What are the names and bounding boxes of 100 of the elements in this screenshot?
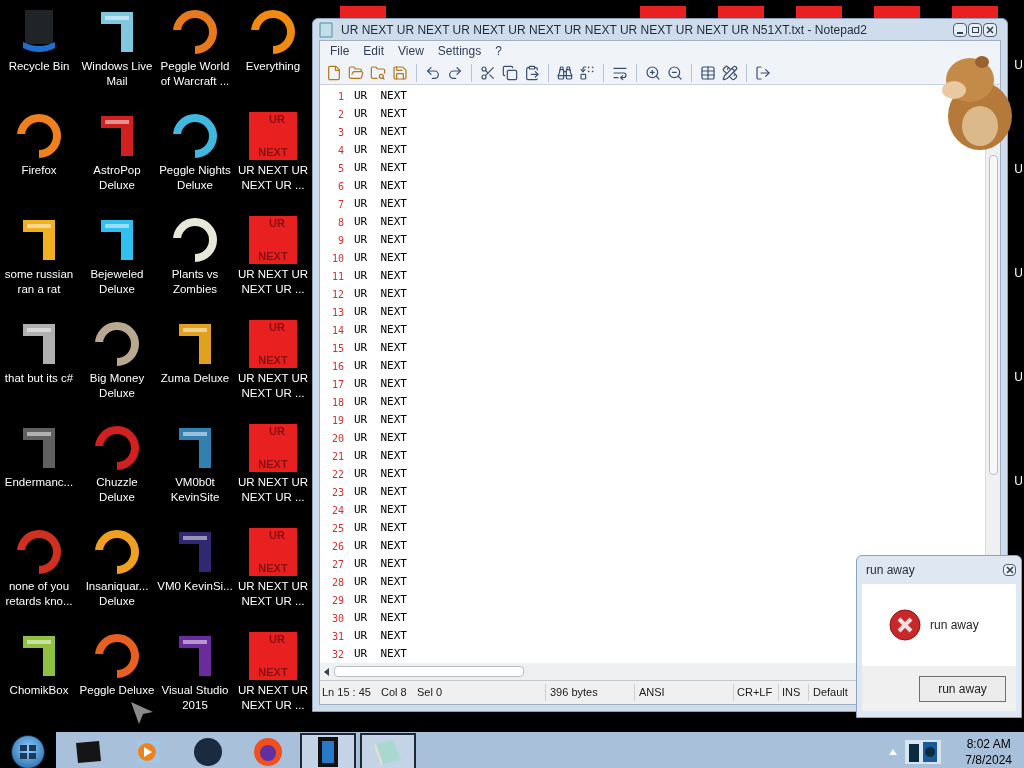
zoom-in-icon[interactable] xyxy=(645,64,661,81)
tile-text: NEXT xyxy=(258,147,288,158)
desktop-icon-label[interactable]: Endermanc... xyxy=(0,475,79,490)
text-line: UR NEXT xyxy=(354,375,407,392)
line-number: 17 xyxy=(330,377,344,392)
run-away-button[interactable]: run away xyxy=(919,675,1006,702)
cursor-icon xyxy=(129,700,155,726)
zoom-out-icon[interactable] xyxy=(667,64,683,81)
desktop-icon-label[interactable]: UR NEXT UR NEXT UR ... xyxy=(233,683,313,713)
text-line: UR NEXT xyxy=(354,645,407,662)
status-field: ANSI xyxy=(634,684,733,701)
clock-time[interactable]: 8:02 AM xyxy=(966,736,1011,752)
close-button[interactable] xyxy=(983,22,997,37)
tile-text: UR xyxy=(268,426,285,437)
find-icon[interactable] xyxy=(557,64,573,81)
text-line: UR NEXT xyxy=(354,609,407,626)
desktop-icon-label[interactable]: Firefox xyxy=(0,163,79,178)
desktop-icon-label[interactable]: Peggle Nights Deluxe xyxy=(155,163,235,193)
desktop-icon-label[interactable]: U xyxy=(1014,370,1023,385)
menu-item[interactable]: File xyxy=(324,42,356,60)
text-line: UR NEXT xyxy=(354,393,407,410)
undo-icon[interactable] xyxy=(425,64,441,81)
desktop-icon-label[interactable]: Plants vs Zombies xyxy=(155,267,235,297)
close-button[interactable] xyxy=(1003,564,1016,576)
desktop-icon-label[interactable]: Peggle Deluxe xyxy=(77,683,157,698)
cut-icon[interactable] xyxy=(480,64,496,81)
clock-date[interactable]: 7/8/2024 xyxy=(965,752,1012,768)
notepad-icon xyxy=(373,738,403,766)
desktop-icon-label[interactable]: UR NEXT UR NEXT UR ... xyxy=(233,579,313,609)
taskbar-button[interactable] xyxy=(360,733,416,768)
save-icon[interactable] xyxy=(392,64,408,81)
desktop-icon-label[interactable]: none of you retards kno... xyxy=(0,579,79,609)
desktop-icon-label[interactable]: some russian ran a rat xyxy=(0,267,79,297)
paste-icon[interactable] xyxy=(524,64,540,81)
desktop-icon-label[interactable]: Zuma Deluxe xyxy=(155,371,235,386)
line-number: 4 xyxy=(336,143,344,158)
table-icon[interactable] xyxy=(700,64,716,81)
text-line: UR NEXT xyxy=(354,303,407,320)
text-line: UR NEXT xyxy=(354,177,407,194)
network-icon[interactable] xyxy=(903,738,944,766)
taskbar-button[interactable] xyxy=(300,733,356,768)
open-folder-icon[interactable] xyxy=(348,64,364,81)
text-line: UR NEXT xyxy=(354,123,407,140)
replace-icon[interactable] xyxy=(579,64,595,81)
tile-text: UR xyxy=(268,634,285,645)
line-number: 18 xyxy=(330,395,344,410)
desktop-icon-label[interactable]: UR NEXT UR NEXT UR ... xyxy=(233,163,313,193)
copy-icon[interactable] xyxy=(502,64,518,81)
line-number: 28 xyxy=(330,575,344,590)
exit-icon[interactable] xyxy=(755,64,771,81)
desktop-icon-label[interactable]: VM0b0t KevinSite xyxy=(155,475,235,505)
desktop-icon-label[interactable]: Windows Live Mail xyxy=(77,59,157,89)
line-number: 14 xyxy=(330,323,344,338)
desktop-icon-label[interactable]: UR NEXT UR NEXT UR ... xyxy=(233,475,313,505)
text-line: UR NEXT xyxy=(354,357,407,374)
text-line: UR NEXT xyxy=(354,321,407,338)
line-number: 1 xyxy=(336,89,344,104)
desktop-icon-label[interactable]: Insaniquar... Deluxe xyxy=(77,579,157,609)
desktop-icon-label[interactable]: ChomikBox xyxy=(0,683,79,698)
line-number: 31 xyxy=(330,629,344,644)
menu-item[interactable]: Edit xyxy=(357,42,391,60)
line-number: 5 xyxy=(336,161,344,176)
desktop-icon-label[interactable]: Recycle Bin xyxy=(0,59,79,74)
desktop-icon-label[interactable]: UR NEXT UR NEXT UR ... xyxy=(233,371,313,401)
text-line: UR NEXT xyxy=(354,501,407,518)
maximize-button[interactable] xyxy=(968,22,982,37)
redo-icon[interactable] xyxy=(447,64,463,81)
desktop-icon-label[interactable]: UR NEXT UR NEXT UR ... xyxy=(233,267,313,297)
desktop-icon-label[interactable]: AstroPop Deluxe xyxy=(77,163,157,193)
desktop-icon-label[interactable]: U xyxy=(1014,162,1023,177)
ruler-pencil-icon[interactable] xyxy=(722,64,738,81)
line-number: 24 xyxy=(330,503,344,518)
desktop-icon-label[interactable]: U xyxy=(1014,474,1023,489)
desktop-icon-label[interactable]: that but its c# xyxy=(0,371,79,386)
menu-item[interactable]: ? xyxy=(489,42,508,60)
desktop-icon-label[interactable]: Visual Studio 2015 xyxy=(155,683,235,713)
scroll-left-icon[interactable] xyxy=(324,667,330,676)
new-file-icon[interactable] xyxy=(326,64,342,81)
line-number: 22 xyxy=(330,467,344,482)
desktop-icon-label[interactable]: U xyxy=(1014,58,1023,73)
menu-item[interactable]: Settings xyxy=(431,42,488,60)
text-line: UR NEXT xyxy=(354,555,407,572)
start-button[interactable] xyxy=(11,735,45,768)
status-field: CR+LF xyxy=(733,684,778,701)
line-number: 30 xyxy=(330,611,344,626)
menu-item[interactable]: View xyxy=(392,42,430,60)
text-line: UR NEXT xyxy=(354,627,407,644)
desktop-icon-label[interactable]: Peggle World of Warcraft ... xyxy=(155,59,235,89)
desktop-icon-label[interactable]: VM0 KevinSi... xyxy=(155,579,235,594)
desktop-icon-label[interactable]: Big Money Deluxe xyxy=(77,371,157,401)
line-number: 9 xyxy=(336,233,344,248)
folder-search-icon[interactable] xyxy=(370,64,386,81)
desktop-icon-label[interactable]: Everything xyxy=(233,59,313,74)
desktop-icon-label[interactable]: U xyxy=(1014,266,1023,281)
text-line: UR NEXT xyxy=(354,411,407,428)
desktop-icon-label[interactable]: Chuzzle Deluxe xyxy=(77,475,157,505)
line-number: 16 xyxy=(330,359,344,374)
minimize-button[interactable] xyxy=(953,22,967,37)
notepad-icon xyxy=(319,21,333,38)
desktop-icon-label[interactable]: Bejeweled Deluxe xyxy=(77,267,157,297)
